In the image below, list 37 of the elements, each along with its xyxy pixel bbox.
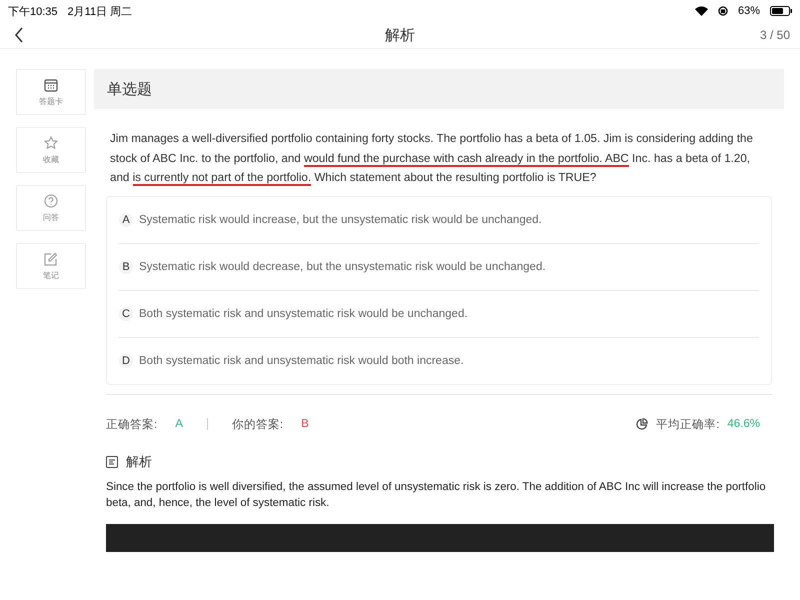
- sidebar-item[interactable]: 笔记: [16, 243, 86, 289]
- option-text: Systematic risk would increase, but the unsystematic risk would be unchanged.: [139, 214, 542, 226]
- sidebar-item[interactable]: 收藏: [16, 127, 86, 173]
- wifi-icon: [694, 6, 708, 16]
- option-letter: A: [119, 212, 133, 226]
- question-type-header: 单选题: [94, 69, 784, 109]
- question-counter: 3 / 50: [760, 28, 790, 42]
- calendar-icon: [44, 78, 58, 92]
- average-accuracy-label: 平均正确率:: [656, 418, 720, 432]
- sidebar-item[interactable]: 问答: [16, 185, 86, 231]
- option-letter: B: [119, 260, 133, 274]
- your-answer: B: [301, 418, 309, 430]
- battery-icon: [770, 6, 792, 16]
- option-letter: C: [119, 306, 133, 320]
- correct-answer-label: 正确答案:: [106, 417, 158, 432]
- option-letter: D: [119, 354, 133, 368]
- option-text: Both systematic risk and unsystematic risk would both increase.: [139, 354, 464, 366]
- option-text: Systematic risk would decrease, but the unsystematic risk would be unchanged.: [139, 260, 546, 272]
- your-answer-label: 你的答案:: [232, 417, 284, 432]
- status-date: 2月11日 周二: [68, 4, 132, 18]
- option-text: Both systematic risk and unsystematic risk would be unchanged.: [139, 308, 468, 320]
- document-icon: [106, 456, 118, 468]
- analysis-text: Since the portfolio is well diversified, the assumed level of unsystematic risk is zero. The addition of ABC Inc will increase the portfolio beta, and, hence, the level of systematic risk.: [106, 480, 767, 511]
- sidebar-item[interactable]: 答题卡: [16, 69, 86, 115]
- question-text: Jim manages a well-diversified portfolio containing forty stocks. The portfolio has a beta of 1.05. Jim is considering adding the stock of ABC Inc. to the portfolio, and would fund the purchase with cash already in the portfolio. ABC Inc. has a beta of 1.20, and is currently not part of the portfolio. Which statement about the resulting portfolio is TRUE?: [110, 131, 754, 188]
- back-button[interactable]: [14, 27, 24, 43]
- pie-chart-icon: [636, 418, 648, 430]
- page-title: 解析: [385, 26, 415, 44]
- average-accuracy: 46.6%: [727, 418, 760, 430]
- battery-percent: 63%: [738, 5, 760, 17]
- edit-icon: [44, 252, 58, 266]
- analysis-heading: 解析: [126, 452, 152, 470]
- orientation-lock-icon: [718, 6, 728, 16]
- status-time: 下午10:35: [8, 4, 58, 18]
- correct-answer: A: [175, 418, 183, 430]
- star-icon: [44, 136, 58, 150]
- question-icon: [44, 194, 58, 208]
